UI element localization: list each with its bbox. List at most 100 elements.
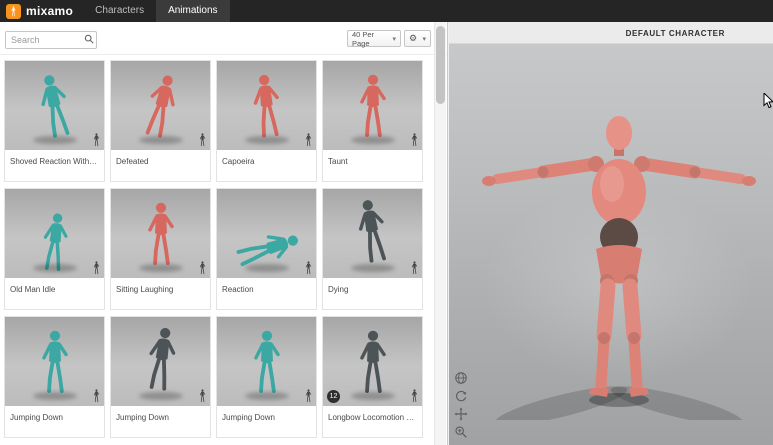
animation-card[interactable]: Jumping Down xyxy=(216,316,317,438)
skeleton-icon xyxy=(410,261,419,275)
skeleton-icon xyxy=(304,261,313,275)
animation-name: Old Man Idle xyxy=(5,278,104,294)
figure-shadow xyxy=(33,392,77,400)
character-figure xyxy=(241,71,292,143)
mixamo-logo[interactable]: mixamo xyxy=(0,4,83,19)
pan-icon[interactable] xyxy=(454,407,468,421)
pack-count-badge: 12 xyxy=(327,390,340,403)
figure-shadow xyxy=(245,264,289,272)
skeleton-icon xyxy=(92,261,101,275)
character-figure xyxy=(351,73,395,141)
nav-tab-characters[interactable]: Characters xyxy=(83,0,156,22)
character-viewer: DEFAULT CHARACTER xyxy=(449,22,773,445)
animation-thumbnail xyxy=(111,317,210,406)
animation-name: Shoved Reaction With Spin xyxy=(5,150,104,166)
skeleton-icon xyxy=(410,389,419,403)
character-figure xyxy=(245,329,289,397)
animation-thumbnail xyxy=(323,189,422,278)
animation-thumbnail xyxy=(111,61,210,150)
figure-shadow xyxy=(351,392,395,400)
animation-name: Jumping Down xyxy=(217,406,316,422)
character-figure xyxy=(131,69,190,146)
skeleton-icon xyxy=(304,389,313,403)
page-size-select[interactable]: 40 Per Page ▾ xyxy=(347,30,401,47)
animation-card[interactable]: Old Man Idle xyxy=(4,188,105,310)
skeleton-icon xyxy=(92,389,101,403)
animation-card[interactable]: Reaction xyxy=(216,188,317,310)
animations-list: Shoved Reaction With Spin Defeated xyxy=(0,55,447,444)
figure-shadow xyxy=(245,136,289,144)
animation-name: Reaction xyxy=(217,278,316,294)
animation-thumbnail xyxy=(5,189,104,278)
animation-thumbnail xyxy=(5,61,104,150)
animation-card[interactable]: Taunt xyxy=(322,60,423,182)
figure-shadow xyxy=(33,136,77,144)
chevron-down-icon: ▾ xyxy=(422,35,426,43)
viewer-tools xyxy=(454,371,468,439)
character-figure xyxy=(139,201,183,269)
animations-grid: Shoved Reaction With Spin Defeated xyxy=(0,55,447,444)
animation-name: Dying xyxy=(323,278,422,294)
zoom-icon[interactable] xyxy=(454,425,468,439)
animation-card[interactable]: Shoved Reaction With Spin xyxy=(4,60,105,182)
scrollbar-thumb[interactable] xyxy=(436,26,445,104)
character-figure xyxy=(351,329,395,397)
animation-name: Taunt xyxy=(323,150,422,166)
search-icon xyxy=(84,34,94,44)
settings-dropdown-button[interactable]: ⚙ ▾ xyxy=(404,30,431,47)
animation-name: Sitting Laughing xyxy=(111,278,210,294)
skeleton-icon xyxy=(198,389,207,403)
page-size-value: 40 Per Page xyxy=(352,30,392,48)
animations-toolbar: 40 Per Page ▾ ⚙ ▾ xyxy=(0,22,447,55)
chevron-down-icon: ▾ xyxy=(392,35,396,43)
character-figure xyxy=(33,329,77,397)
viewer-canvas[interactable] xyxy=(449,44,773,445)
animation-thumbnail xyxy=(111,189,210,278)
animation-card[interactable]: Jumping Down xyxy=(110,316,211,438)
animation-name: Defeated xyxy=(111,150,210,166)
animation-thumbnail xyxy=(217,61,316,150)
panel-scrollbar[interactable] xyxy=(434,22,446,445)
top-navbar: mixamo Characters Animations xyxy=(0,0,773,22)
animation-name: Jumping Down xyxy=(111,406,210,422)
animation-name: Capoeira xyxy=(217,150,316,166)
figure-shadow xyxy=(139,264,183,272)
animation-thumbnail: 12 xyxy=(323,317,422,406)
skeleton-icon xyxy=(410,133,419,147)
animation-thumbnail xyxy=(217,189,316,278)
animation-card[interactable]: Dying xyxy=(322,188,423,310)
brand-name: mixamo xyxy=(26,4,73,18)
globe-icon[interactable] xyxy=(454,371,468,385)
animation-card[interactable]: Defeated xyxy=(110,60,211,182)
animation-name: Jumping Down xyxy=(5,406,104,422)
animation-card[interactable]: Sitting Laughing xyxy=(110,188,211,310)
gear-icon: ⚙ xyxy=(409,33,417,44)
viewer-header: DEFAULT CHARACTER xyxy=(449,22,773,44)
figure-shadow xyxy=(33,264,77,272)
animation-card[interactable]: 12 Longbow Locomotion Pack xyxy=(322,316,423,438)
skeleton-icon xyxy=(198,261,207,275)
character-figure xyxy=(26,69,83,145)
character-figure xyxy=(344,195,399,270)
orbit-icon[interactable] xyxy=(454,389,468,403)
animation-thumbnail xyxy=(5,317,104,406)
mixamo-logo-icon xyxy=(6,4,21,19)
skeleton-icon xyxy=(304,133,313,147)
figure-shadow xyxy=(351,136,395,144)
viewer-title: DEFAULT CHARACTER xyxy=(626,29,725,38)
animation-card[interactable]: Jumping Down xyxy=(4,316,105,438)
figure-shadow xyxy=(139,392,183,400)
animation-name: Longbow Locomotion Pack xyxy=(323,406,422,422)
animation-thumbnail xyxy=(217,317,316,406)
figure-shadow xyxy=(245,392,289,400)
animations-panel: 40 Per Page ▾ ⚙ ▾ xyxy=(0,22,448,445)
nav-tab-animations[interactable]: Animations xyxy=(156,0,229,22)
default-character-model xyxy=(469,100,769,420)
figure-shadow xyxy=(139,136,183,144)
figure-shadow xyxy=(351,264,395,272)
animation-card[interactable]: Capoeira xyxy=(216,60,317,182)
skeleton-icon xyxy=(198,133,207,147)
character-figure xyxy=(134,323,187,396)
animation-thumbnail xyxy=(323,61,422,150)
skeleton-icon xyxy=(92,133,101,147)
